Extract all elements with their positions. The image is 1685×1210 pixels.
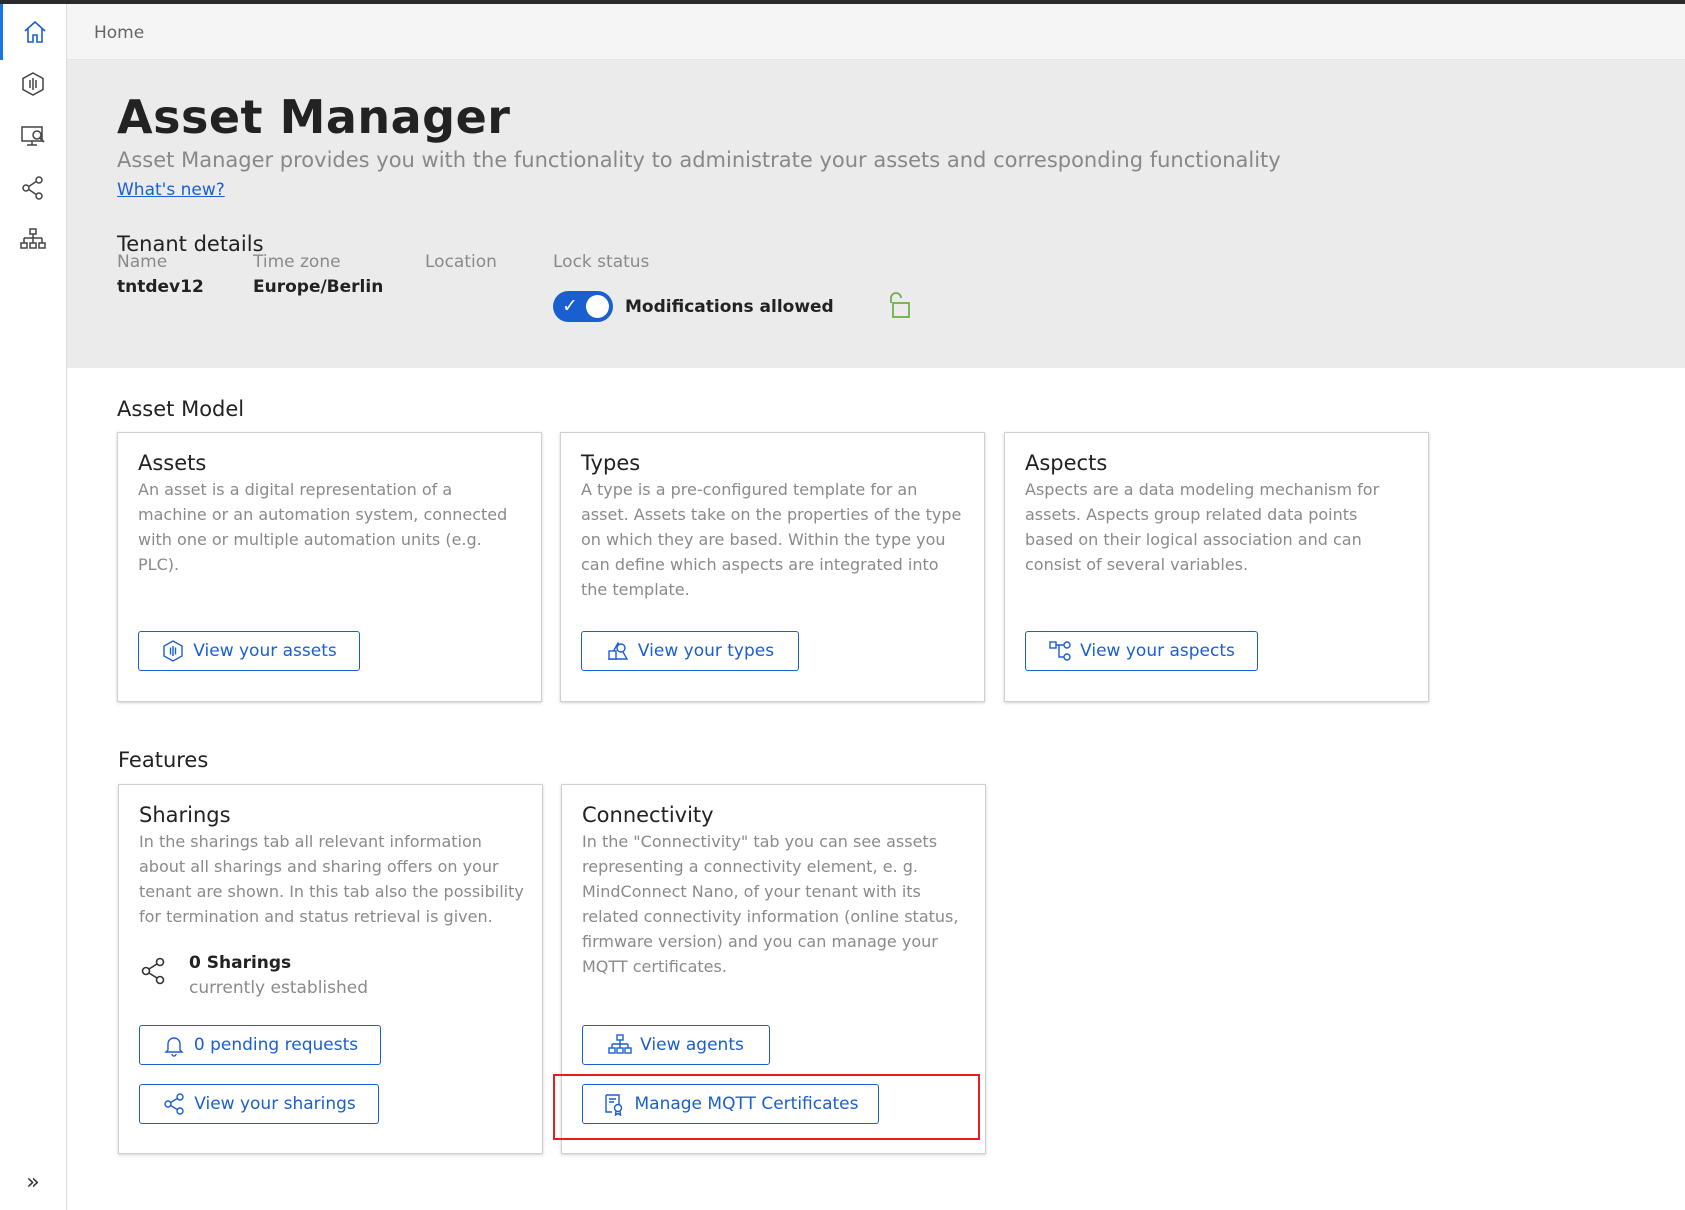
home-icon	[23, 20, 46, 43]
card-description: An asset is a digital representation of …	[138, 480, 508, 574]
card-description: Aspects are a data modeling mechanism fo…	[1025, 480, 1380, 574]
asset-model-title: Asset Model	[117, 397, 245, 421]
certificate-icon	[605, 1094, 623, 1116]
name-value: tntdev12	[117, 277, 204, 297]
breadcrumb: Home	[67, 4, 1685, 60]
share-icon	[141, 957, 165, 985]
page-header: Asset Manager Asset Manager provides you…	[67, 60, 1685, 368]
view-sharings-button[interactable]: View your sharings	[139, 1084, 379, 1124]
breadcrumb-home[interactable]: Home	[94, 23, 144, 43]
card-title: Sharings	[139, 803, 231, 827]
card-title: Types	[581, 451, 641, 475]
assets-card: Assets An asset is a digital representat…	[117, 432, 542, 702]
button-label: 0 pending requests	[193, 1035, 359, 1055]
lock-toggle[interactable]: ✓	[553, 291, 613, 322]
card-title: Aspects	[1025, 451, 1108, 475]
sharings-card: Sharings In the sharings tab all relevan…	[118, 784, 543, 1154]
card-title: Assets	[138, 451, 207, 475]
button-label: View your aspects	[1080, 641, 1235, 661]
sidebar-item-sharing[interactable]	[0, 160, 66, 216]
sharings-count: 0 Sharings	[189, 953, 292, 973]
pending-requests-button[interactable]: 0 pending requests	[139, 1025, 381, 1065]
button-label: View agents	[640, 1035, 744, 1055]
card-description: In the sharings tab all relevant informa…	[139, 832, 524, 926]
asset-icon	[163, 640, 183, 662]
sidebar-item-assets[interactable]	[0, 56, 66, 112]
share-icon	[22, 176, 43, 200]
lock-status-text: Modifications allowed	[625, 297, 834, 317]
monitor-search-icon	[21, 126, 45, 146]
hierarchy-icon	[608, 1034, 632, 1054]
sidebar-item-home[interactable]	[0, 4, 66, 60]
timezone-value: Europe/Berlin	[253, 277, 384, 297]
aspects-card: Aspects Aspects are a data modeling mech…	[1004, 432, 1429, 702]
hierarchy-icon	[20, 228, 46, 249]
whats-new-link[interactable]: What's new?	[117, 180, 225, 200]
view-agents-button[interactable]: View agents	[582, 1025, 770, 1065]
name-label: Name	[117, 252, 168, 272]
asset-icon	[22, 72, 44, 96]
sidebar-expand-button[interactable]: »	[0, 1162, 66, 1202]
toggle-knob	[586, 295, 609, 318]
connectivity-card: Connectivity In the "Connectivity" tab y…	[561, 784, 986, 1154]
button-label: View your sharings	[194, 1094, 356, 1114]
sidebar: »	[0, 4, 67, 1210]
lock-status-label: Lock status	[553, 252, 650, 272]
aspects-icon	[1049, 641, 1071, 661]
unlock-icon	[890, 292, 910, 318]
view-aspects-button[interactable]: View your aspects	[1025, 631, 1258, 671]
share-icon	[164, 1093, 184, 1115]
page-title: Asset Manager	[117, 90, 511, 144]
card-description: In the "Connectivity" tab you can see as…	[582, 832, 959, 976]
card-description: A type is a pre-configured template for …	[581, 480, 962, 599]
expand-icon: »	[26, 1169, 40, 1195]
timezone-label: Time zone	[253, 252, 341, 272]
bell-icon	[164, 1037, 184, 1057]
button-label: View your assets	[193, 641, 337, 661]
card-title: Connectivity	[582, 803, 714, 827]
types-icon	[607, 641, 629, 660]
page-subtitle: Asset Manager provides you with the func…	[117, 148, 1281, 172]
check-icon: ✓	[562, 295, 578, 317]
sidebar-item-monitor[interactable]	[0, 108, 66, 164]
manage-mqtt-certificates-button[interactable]: Manage MQTT Certificates	[582, 1084, 879, 1124]
button-label: Manage MQTT Certificates	[634, 1094, 859, 1114]
types-card: Types A type is a pre-configured templat…	[560, 432, 985, 702]
sidebar-item-hierarchy[interactable]	[0, 212, 66, 268]
location-label: Location	[425, 252, 497, 272]
features-title: Features	[118, 748, 209, 772]
button-label: View your types	[637, 641, 775, 661]
view-assets-button[interactable]: View your assets	[138, 631, 360, 671]
sharings-count-sub: currently established	[189, 978, 369, 998]
view-types-button[interactable]: View your types	[581, 631, 799, 671]
